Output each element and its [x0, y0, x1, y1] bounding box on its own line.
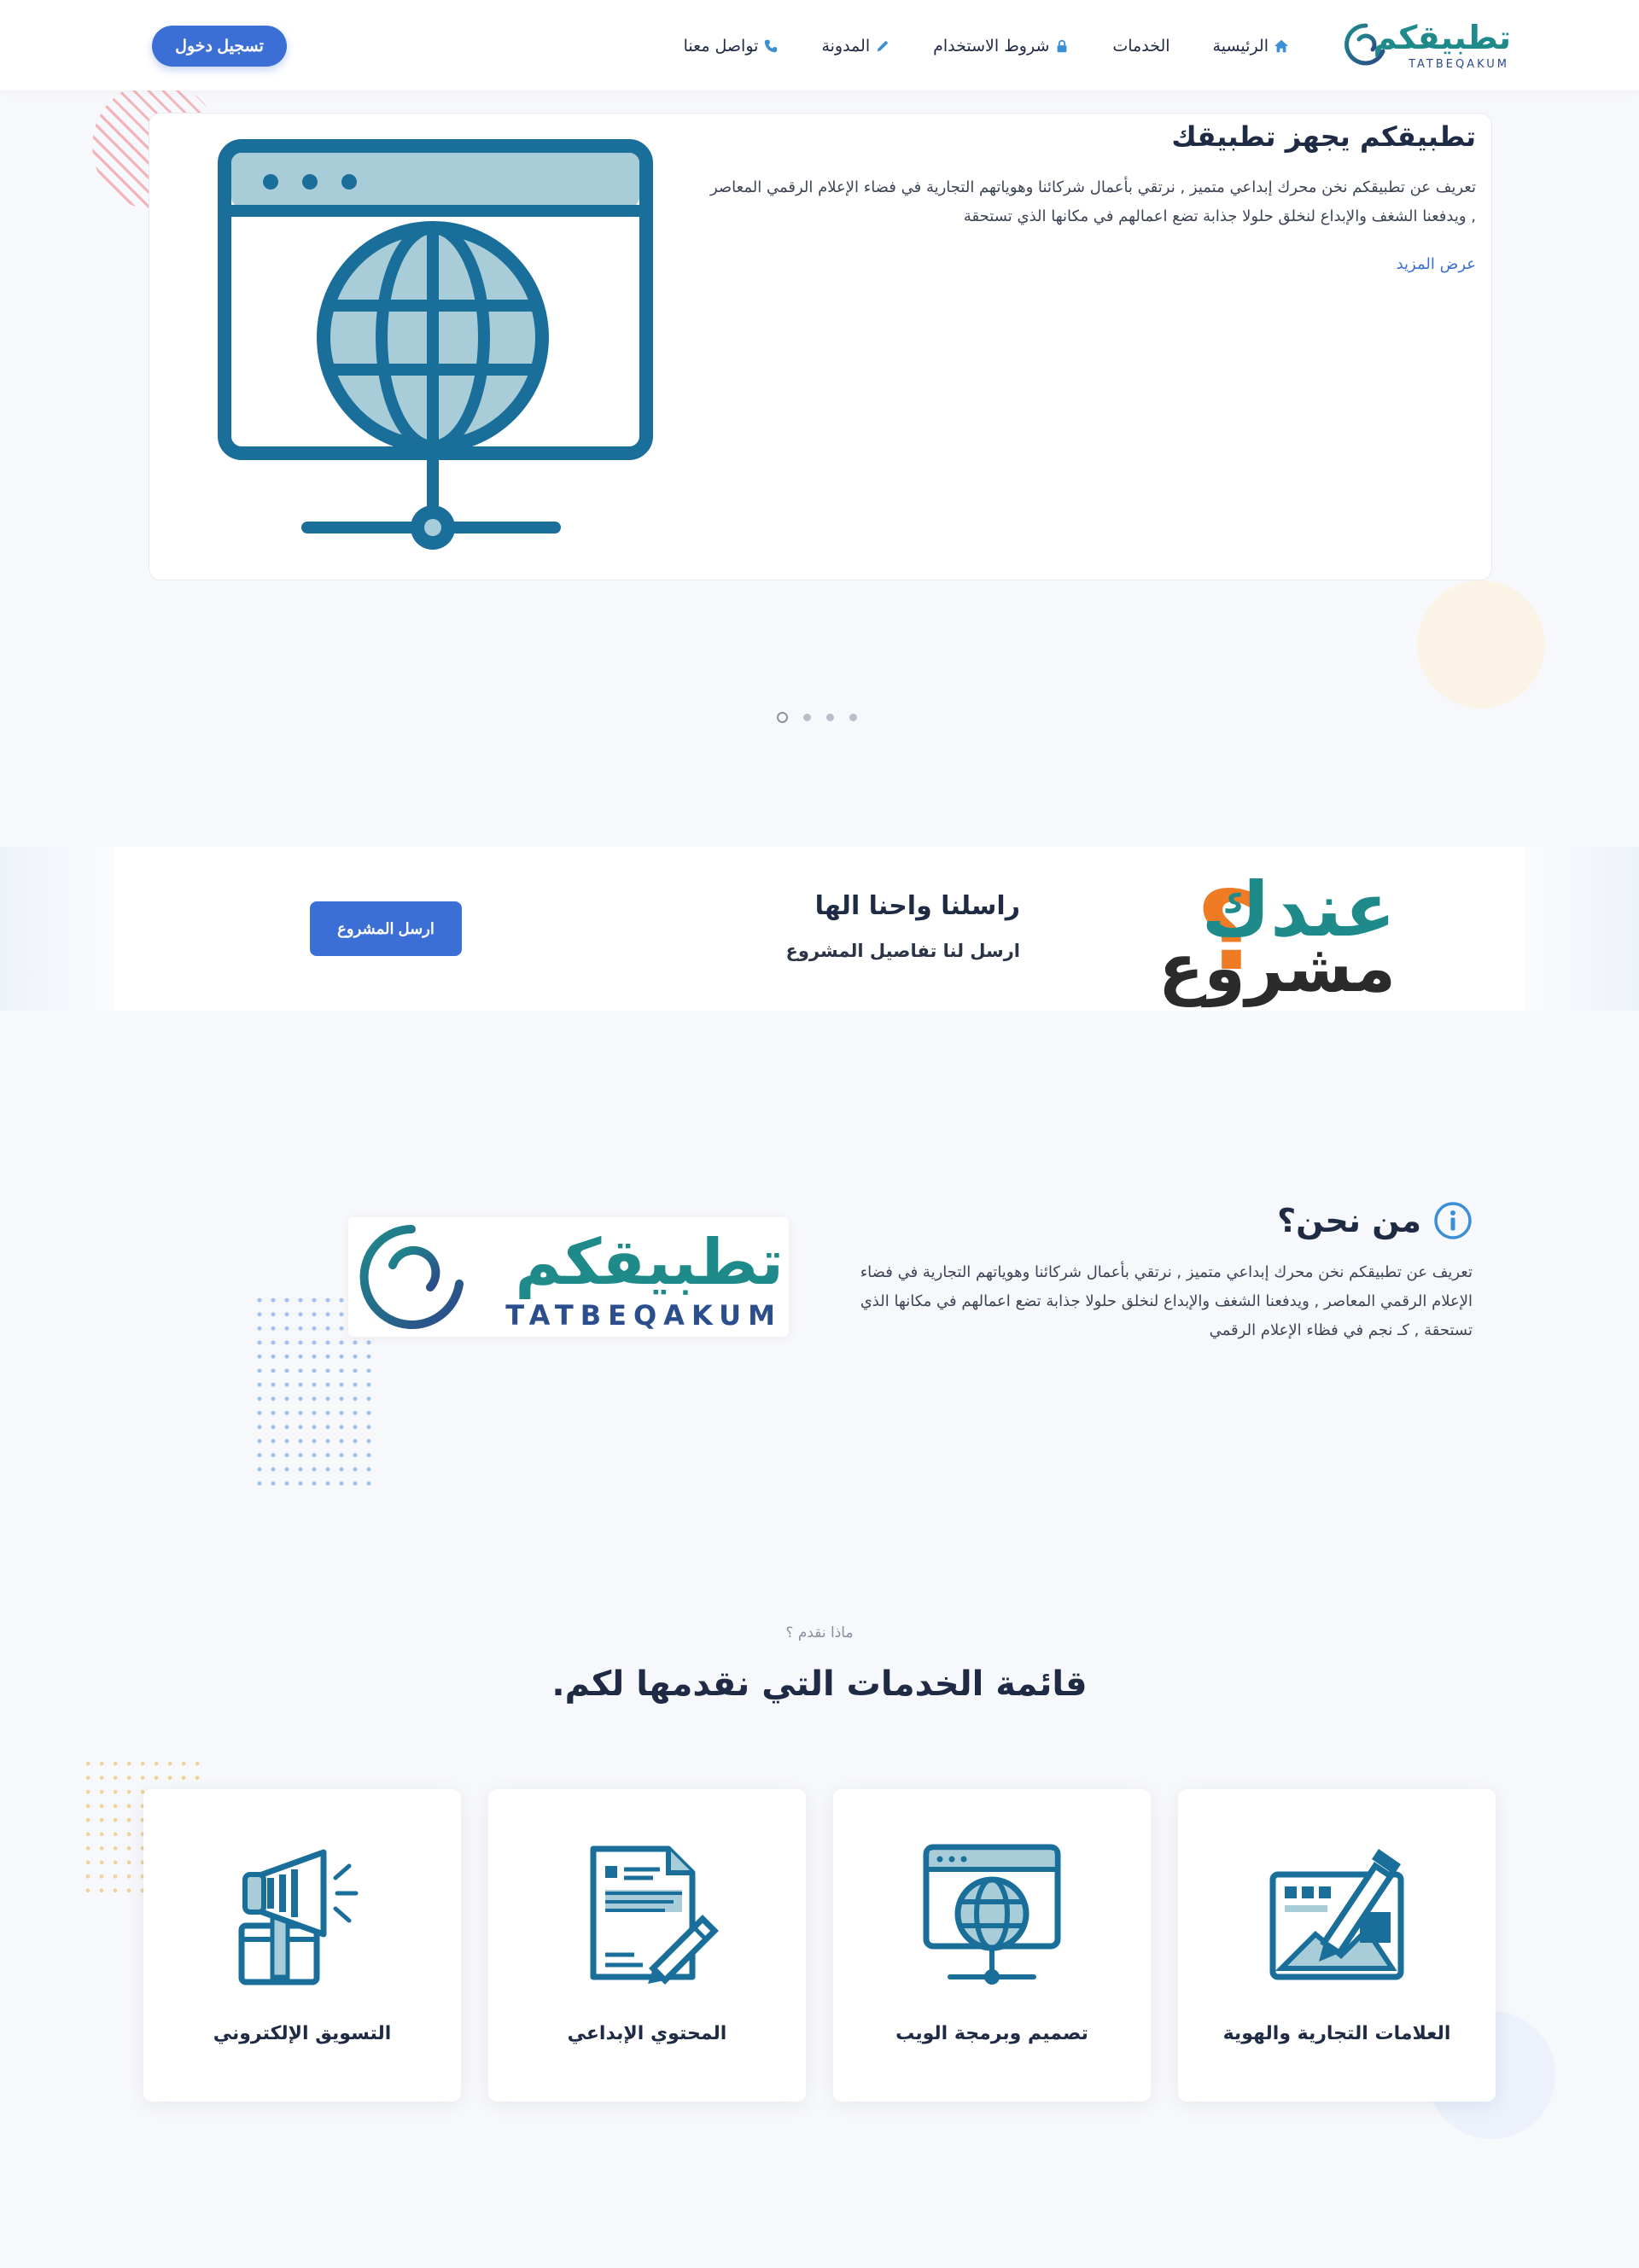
send-project-button[interactable]: ارسل المشروع [310, 901, 462, 956]
content-writing-icon [590, 1845, 719, 1985]
pencil-icon [877, 40, 889, 52]
hero-title: تطبيقكم يجهز تطبيقك [1171, 120, 1476, 153]
home-icon [1274, 39, 1289, 53]
login-button[interactable]: تسجيل دخول [152, 26, 287, 67]
nav-item-label: تواصل معنا [683, 37, 759, 55]
nav-item-label: شروط الاستخدام [933, 37, 1050, 55]
cta-title: راسلنا واحنا الها [814, 891, 1020, 921]
read-more-link[interactable]: عرض المزيد [1397, 255, 1476, 273]
service-card-branding[interactable]: العلامات التجارية والهوية [1178, 1789, 1496, 2102]
logo-arabic-text: تطبيقكم [1373, 19, 1511, 56]
nav-item-terms[interactable]: شروط الاستخدام [933, 37, 1070, 55]
service-card-web[interactable]: تصميم وبرمجة الويب [833, 1789, 1151, 2102]
logo-mark-icon [359, 1225, 464, 1329]
logo-latin-text: TATBEQAKUM [1409, 58, 1509, 71]
about-heading: من نحن؟ [1277, 1195, 1473, 1246]
nav-item-home[interactable]: الرئيسية [1213, 37, 1289, 55]
project-question-graphic: ؟ عندك مشروع [1158, 857, 1455, 1008]
info-icon [1434, 1202, 1472, 1239]
nav-item-label: الرئيسية [1212, 37, 1269, 55]
services-grid: العلامات التجارية والهوية تصميم وبرمجة ا… [143, 1789, 1496, 2102]
services-kicker: ماذا نقدم ؟ [785, 1624, 854, 1641]
services-title: قائمة الخدمات التي نقدمها لكم. [551, 1665, 1088, 1704]
slider-pagination [777, 710, 857, 724]
nav-item-services[interactable]: الخدمات [1112, 37, 1169, 55]
hero-description: تعريف عن تطبيقكم نخن محرك إبداعي متميز ,… [709, 178, 1476, 225]
service-label: التسويق الإلكتروني [213, 2023, 392, 2044]
about-description: تعريف عن تطبيقكم نخن محرك إبداعي متميز ,… [860, 1263, 1473, 1339]
nav-item-contact[interactable]: تواصل معنا [684, 37, 779, 55]
lock-icon [1057, 39, 1067, 53]
logo-mark-icon [1344, 23, 1385, 66]
slider-dot-active[interactable] [777, 711, 788, 723]
megaphone-icon [238, 1849, 359, 1985]
top-navbar: تطبيقكم TATBEQAKUM الرئيسية الخدمات شروط… [0, 0, 1639, 90]
about-title: من نحن؟ [1277, 1202, 1421, 1239]
graphic-word-2: مشروع [1158, 930, 1396, 1007]
main-menu: الرئيسية الخدمات شروط الاستخدام المدونة … [684, 31, 1289, 61]
service-label: تصميم وبرمجة الويب [895, 2023, 1088, 2044]
about-logo-card: تطبيقكم TATBEQAKUM [348, 1217, 789, 1337]
web-globe-illustration-icon [218, 139, 653, 550]
hero-slide-card: تطبيقكم يجهز تطبيقك تعريف عن تطبيقكم نخن… [149, 113, 1492, 580]
slider-dot[interactable] [803, 713, 811, 721]
service-card-content[interactable]: المحتوي الإبداعي [488, 1789, 806, 2102]
project-cta-band: ؟ عندك مشروع راسلنا واحنا الها ارسل لنا … [0, 847, 1639, 1011]
slider-dot[interactable] [826, 713, 834, 721]
nav-item-label: الخدمات [1112, 37, 1170, 55]
site-logo[interactable]: تطبيقكم TATBEQAKUM [1340, 19, 1511, 72]
decorative-peach-circle [1417, 580, 1545, 708]
service-card-marketing[interactable]: التسويق الإلكتروني [143, 1789, 461, 2102]
nav-item-blog[interactable]: المدونة [821, 37, 890, 55]
service-label: المحتوي الإبداعي [567, 2023, 727, 2044]
phone-icon [765, 39, 778, 53]
brand-design-icon [1269, 1849, 1404, 1980]
about-logo-latin: TATBEQAKUM [505, 1299, 782, 1332]
cta-subtitle: ارسل لنا تفاصيل المشروع [785, 941, 1020, 961]
about-logo-arabic: تطبيقكم [515, 1226, 784, 1299]
web-globe-icon [923, 1844, 1061, 1985]
service-label: العلامات التجارية والهوية [1222, 2023, 1451, 2044]
slider-dot[interactable] [849, 713, 857, 721]
project-cta-container: ؟ عندك مشروع راسلنا واحنا الها ارسل لنا … [115, 847, 1524, 1011]
nav-item-label: المدونة [821, 37, 871, 55]
